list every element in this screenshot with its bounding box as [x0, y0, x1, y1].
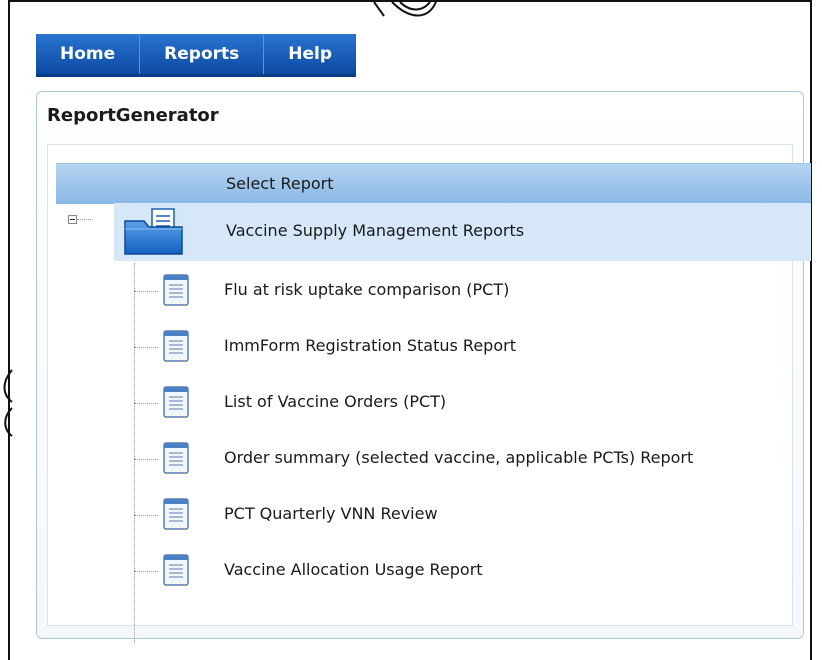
report-document-icon	[163, 442, 189, 474]
report-document-icon	[163, 498, 189, 530]
tree-folder-vaccine-supply[interactable]: Vaccine Supply Management Reports	[114, 203, 811, 261]
report-label: Vaccine Allocation Usage Report	[224, 560, 483, 579]
folder-icon	[124, 208, 183, 255]
scribble-top-decoration	[373, 1, 437, 17]
report-document-icon	[163, 386, 189, 418]
tree-connector	[77, 219, 91, 220]
report-item-order-summary[interactable]: Order summary (selected vaccine, applica…	[134, 431, 794, 487]
scribble-left-decoration	[3, 369, 13, 437]
report-label: Order summary (selected vaccine, applica…	[224, 448, 694, 467]
report-document-icon	[163, 274, 189, 306]
report-item-vnn-review[interactable]: PCT Quarterly VNN Review	[134, 487, 794, 543]
report-item-flu-uptake[interactable]: Flu at risk uptake comparison (PCT)	[134, 263, 794, 319]
tree-header-label: Select Report	[226, 174, 334, 193]
nav-home[interactable]: Home	[36, 34, 141, 74]
report-label: PCT Quarterly VNN Review	[224, 504, 438, 523]
report-label: List of Vaccine Orders (PCT)	[224, 392, 447, 411]
report-document-icon	[163, 554, 189, 586]
report-item-allocation-usage[interactable]: Vaccine Allocation Usage Report	[134, 543, 794, 599]
report-item-immform-registration[interactable]: ImmForm Registration Status Report	[134, 319, 794, 375]
report-document-icon	[163, 330, 189, 362]
nav-reports[interactable]: Reports	[140, 34, 265, 74]
top-nav-bar: Home Reports Help	[36, 34, 357, 77]
report-item-vaccine-orders[interactable]: List of Vaccine Orders (PCT)	[134, 375, 794, 431]
tree-header: Select Report	[56, 163, 811, 204]
report-tree: Select Report Vaccine Supply Management …	[47, 144, 811, 643]
collapse-toggle-icon[interactable]	[68, 215, 77, 224]
folder-label: Vaccine Supply Management Reports	[226, 221, 525, 240]
report-label: ImmForm Registration Status Report	[224, 336, 516, 355]
report-generator-panel: ReportGenerator Select Report Vaccine Su…	[36, 91, 811, 643]
report-label: Flu at risk uptake comparison (PCT)	[224, 280, 510, 299]
nav-help[interactable]: Help	[264, 34, 356, 74]
panel-title: ReportGenerator	[47, 105, 219, 126]
